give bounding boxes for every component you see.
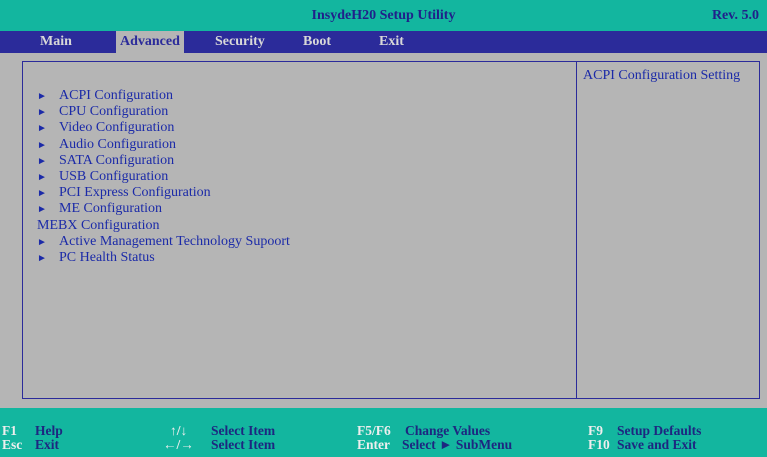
key-leftright: ←/→	[163, 437, 194, 452]
key-enter-desc: Select ► SubMenu	[402, 437, 513, 452]
key-esc: Esc	[2, 437, 23, 452]
item-label: Active Management Technology Supoort	[59, 233, 290, 249]
submenu-arrow-icon: ►	[37, 123, 47, 135]
item-audio-configuration[interactable]: ► Audio Configuration	[23, 137, 573, 153]
submenu-arrow-icon: ►	[37, 139, 47, 151]
item-active-management-technology[interactable]: ► Active Management Technology Supoort	[23, 234, 573, 250]
submenu-arrow-icon: ►	[37, 236, 47, 248]
item-label: MEBX Configuration	[37, 217, 160, 233]
key-esc-desc: Exit	[35, 437, 60, 452]
menu-main[interactable]: Main	[36, 31, 76, 53]
menu-item-list: ► ACPI Configuration ► CPU Configuration ►…	[23, 88, 573, 266]
menu-boot[interactable]: Boot	[299, 31, 335, 53]
key-leftright-desc: Select Item	[211, 437, 276, 452]
item-mebx-configuration[interactable]: MEBX Configuration	[23, 218, 573, 234]
content-frame: ► ACPI Configuration ► CPU Configuration ►…	[22, 61, 760, 399]
item-label: SATA Configuration	[59, 152, 175, 168]
item-label: PCI Express Configuration	[59, 185, 211, 201]
panel-divider	[576, 62, 577, 398]
key-f10-desc: Save and Exit	[617, 437, 697, 452]
submenu-arrow-icon: ►	[37, 91, 47, 102]
item-acpi-configuration[interactable]: ► ACPI Configuration	[23, 88, 573, 104]
help-text: ACPI Configuration Setting	[583, 68, 741, 83]
submenu-arrow-icon: ►	[37, 188, 47, 200]
submenu-arrow-icon: ►	[37, 107, 47, 119]
item-label: ME Configuration	[59, 201, 163, 217]
item-pc-health-status[interactable]: ► PC Health Status	[23, 250, 573, 266]
item-video-configuration[interactable]: ► Video Configuration	[23, 120, 573, 136]
key-enter: Enter	[357, 437, 390, 452]
main-panel: ► ACPI Configuration ► CPU Configuration ►…	[0, 53, 767, 408]
menu-bar: Main Advanced Security Boot Exit	[0, 31, 767, 53]
submenu-arrow-icon: ►	[37, 155, 47, 167]
submenu-arrow-icon: ►	[37, 171, 47, 183]
item-me-configuration[interactable]: ► ME Configuration	[23, 201, 573, 217]
item-usb-configuration[interactable]: ► USB Configuration	[23, 169, 573, 185]
item-label: PC Health Status	[59, 249, 155, 265]
menu-security[interactable]: Security	[211, 31, 269, 53]
item-label: Video Configuration	[59, 120, 175, 136]
app-title: InsydeH20 Setup Utility	[311, 8, 456, 23]
key-f10: F10	[588, 437, 610, 452]
submenu-arrow-icon: ►	[37, 204, 47, 216]
submenu-arrow-icon: ►	[37, 252, 47, 264]
revision-label: Rev. 5.0	[711, 8, 759, 23]
title-bar: InsydeH20 Setup Utility Rev. 5.0	[0, 0, 767, 31]
menu-advanced[interactable]: Advanced	[116, 31, 184, 53]
item-label: Audio Configuration	[59, 136, 177, 152]
item-sata-configuration[interactable]: ► SATA Configuration	[23, 153, 573, 169]
footer-key-legend: F1 Help Esc Exit ↑/↓ Select Item ←/→ Sel…	[0, 408, 767, 457]
item-pci-express-configuration[interactable]: ► PCI Express Configuration	[23, 185, 573, 201]
item-cpu-configuration[interactable]: ► CPU Configuration	[23, 104, 573, 120]
item-label: ACPI Configuration	[59, 88, 173, 103]
menu-exit[interactable]: Exit	[375, 31, 408, 53]
item-label: CPU Configuration	[59, 104, 169, 120]
item-label: USB Configuration	[59, 168, 169, 184]
